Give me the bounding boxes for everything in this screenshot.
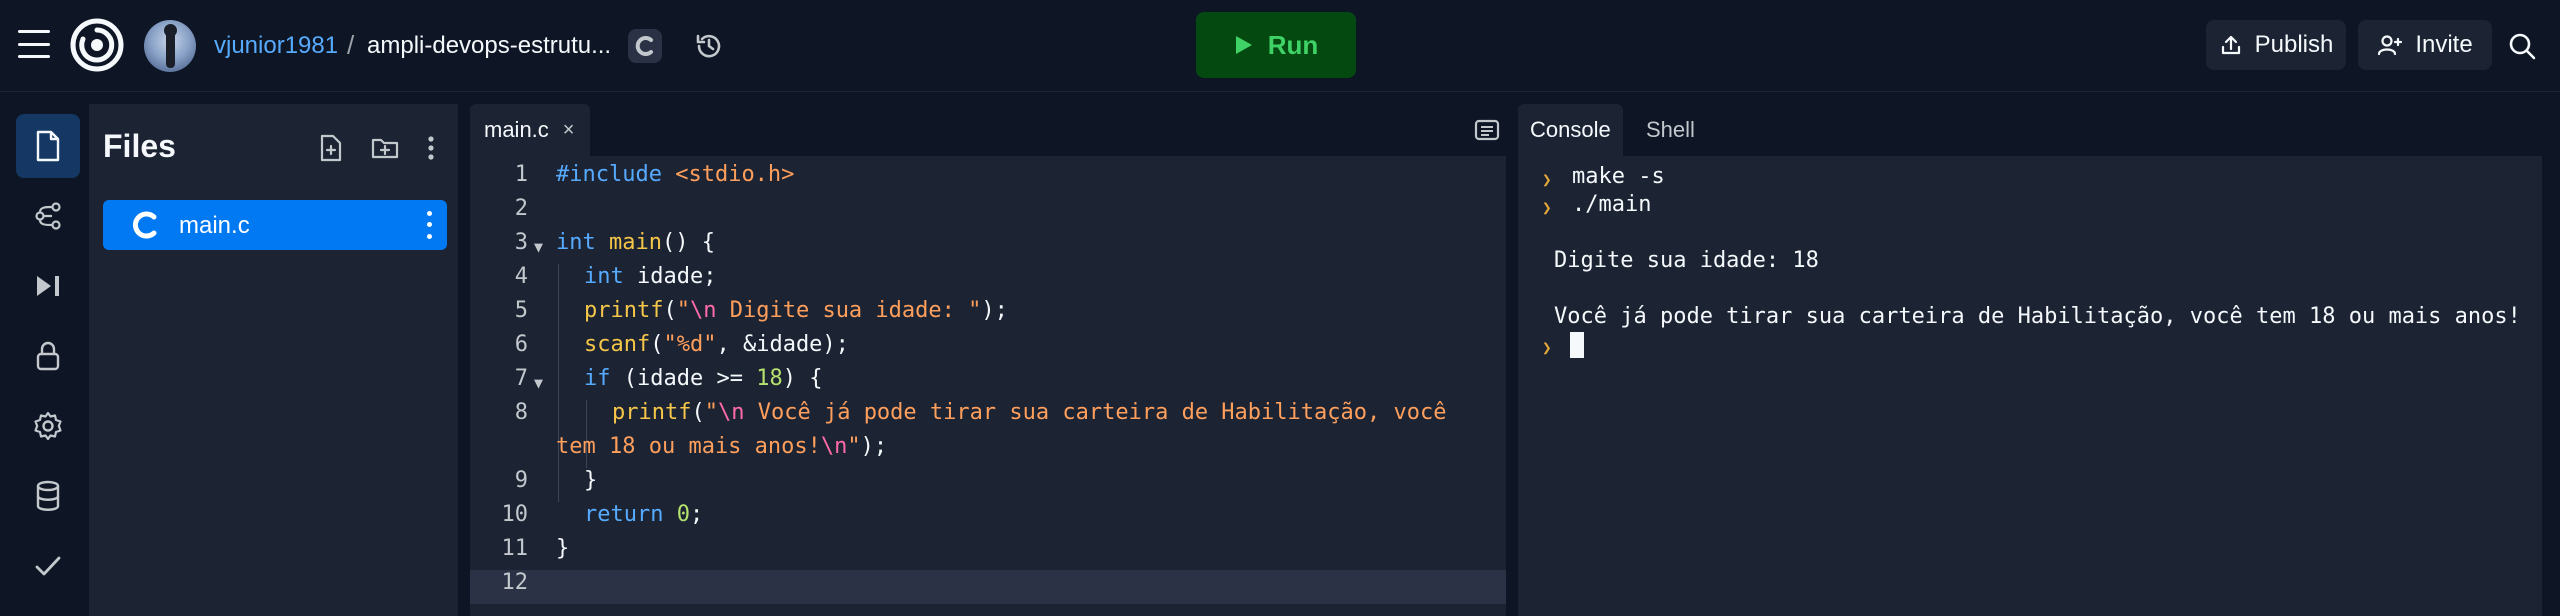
fold-arrow-icon[interactable]: ▼ xyxy=(534,238,543,256)
prompt-chevron-icon: ❯ xyxy=(1542,170,1552,189)
settings-gear-icon xyxy=(34,411,62,441)
checkmark-icon xyxy=(35,556,61,576)
code-line-current: 12 xyxy=(470,570,1506,604)
code-line: 1 #include <stdio.h> xyxy=(514,162,795,187)
console-line: make -s xyxy=(1572,164,1665,189)
close-icon[interactable]: × xyxy=(563,119,575,142)
rail-debugger[interactable] xyxy=(16,254,80,318)
breadcrumb-separator: / xyxy=(347,30,355,60)
code-line: 10 return 0; xyxy=(501,502,704,527)
tab-shell[interactable]: Shell xyxy=(1634,104,1707,156)
code-line: 7 ▼ if (idade >= 18) { xyxy=(514,366,823,392)
code-line: 9 } xyxy=(514,468,598,493)
file-name: main.c xyxy=(179,212,250,239)
debugger-icon xyxy=(37,276,59,296)
top-bar: vjunior1981 / ampli-devops-estrutu... Ru… xyxy=(0,0,2560,92)
editor-options-icon[interactable] xyxy=(1472,116,1502,144)
tab-console[interactable]: Console xyxy=(1518,104,1623,156)
search-icon[interactable] xyxy=(2502,26,2542,66)
console-line: ./main xyxy=(1572,192,1652,217)
code-line: 6 scanf("%d", &idade); xyxy=(514,332,849,357)
rail-checks[interactable] xyxy=(16,534,80,598)
terminal-cursor xyxy=(1570,332,1584,358)
breadcrumb-repl-name[interactable]: ampli-devops-estrutu... xyxy=(367,32,611,60)
file-more-icon[interactable] xyxy=(419,208,439,242)
tab-main-c[interactable]: main.c × xyxy=(470,104,590,156)
rail-files[interactable] xyxy=(16,114,80,178)
files-title: Files xyxy=(103,128,176,164)
rail-secrets[interactable] xyxy=(16,324,80,388)
language-badge[interactable] xyxy=(628,29,662,63)
code-line: 11 } xyxy=(501,536,570,561)
breadcrumb-username[interactable]: vjunior1981 xyxy=(214,32,338,60)
code-line: 3 ▼ int main() { xyxy=(514,230,715,256)
upload-icon xyxy=(2221,35,2240,55)
console-line: Você já pode tirar sua carteira de Habil… xyxy=(1554,304,2521,329)
git-branch-icon xyxy=(35,202,61,230)
add-user-icon xyxy=(2378,35,2403,56)
hamburger-icon[interactable] xyxy=(18,30,50,58)
rail-settings[interactable] xyxy=(16,394,80,458)
console-panel: Console Shell ❯ make -s ❯ ./main Digite … xyxy=(1518,104,2542,616)
files-icon xyxy=(36,130,60,162)
avatar[interactable] xyxy=(144,20,196,72)
console-output[interactable]: ❯ make -s ❯ ./main Digite sua idade: 18 … xyxy=(1518,164,2542,616)
code-line: 4 int idade; xyxy=(514,264,717,289)
fold-arrow-icon[interactable]: ▼ xyxy=(534,374,543,392)
code-line: 5 printf("\n Digite sua idade: "); xyxy=(514,298,1008,323)
rail-git[interactable] xyxy=(16,184,80,248)
files-panel: Files main.c xyxy=(88,104,458,616)
code-line: 2 xyxy=(514,196,528,221)
invite-button[interactable]: Invite xyxy=(2358,20,2492,70)
new-folder-icon[interactable] xyxy=(367,130,403,166)
database-icon xyxy=(36,480,60,511)
tool-rail xyxy=(0,104,88,616)
new-file-icon[interactable] xyxy=(313,130,349,166)
run-button[interactable]: Run xyxy=(1196,12,1356,78)
file-item-main-c[interactable]: main.c xyxy=(103,200,447,250)
secrets-lock-icon xyxy=(36,341,60,371)
rail-database[interactable] xyxy=(16,464,80,528)
history-icon[interactable] xyxy=(690,27,728,65)
code-area[interactable]: 1 #include <stdio.h> 2 3 ▼ int main() { … xyxy=(470,162,1506,616)
prompt-chevron-icon: ❯ xyxy=(1542,338,1552,357)
prompt-chevron-icon: ❯ xyxy=(1542,198,1552,217)
code-line-wrapped: tem 18 ou mais anos!\n"); xyxy=(556,434,888,459)
code-line: 8 printf("\n Você já pode tirar sua cart… xyxy=(514,400,1447,425)
c-language-icon xyxy=(635,36,653,56)
console-tabbar: Console Shell xyxy=(1518,104,2542,156)
code-editor: main.c × 1 #include <stdio.h> 2 3 ▼ int … xyxy=(470,104,1506,616)
c-language-icon xyxy=(133,211,157,239)
play-icon xyxy=(1235,36,1252,54)
editor-tabbar: main.c × xyxy=(470,104,1506,156)
console-line: Digite sua idade: 18 xyxy=(1554,248,1819,273)
more-vertical-icon[interactable] xyxy=(413,130,449,166)
publish-button[interactable]: Publish xyxy=(2206,20,2346,70)
replit-logo-icon[interactable] xyxy=(70,18,124,72)
